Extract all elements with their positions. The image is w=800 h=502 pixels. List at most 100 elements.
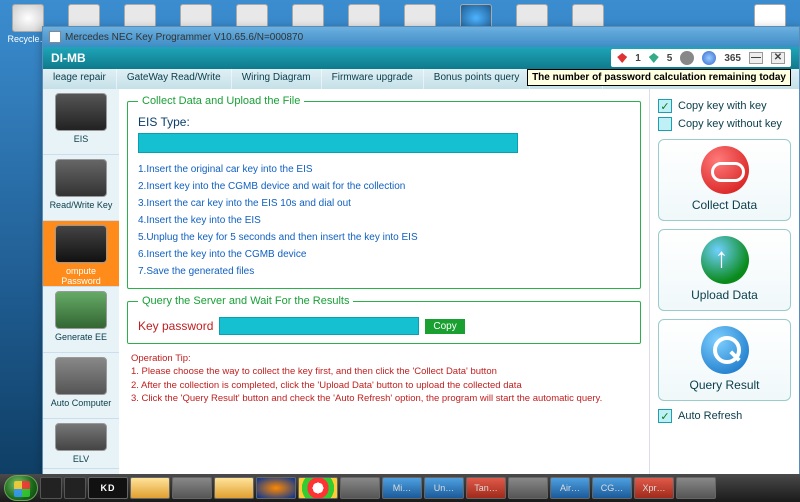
key-icon bbox=[55, 159, 107, 197]
elv-icon bbox=[55, 423, 107, 451]
close-button[interactable]: ✕ bbox=[771, 52, 785, 64]
minimize-button[interactable]: — bbox=[749, 52, 763, 64]
upload-data-button[interactable]: Upload Data bbox=[658, 229, 791, 311]
step-line: 3.Insert the car key into the EIS 10s an… bbox=[138, 195, 630, 212]
menu-bonus-points[interactable]: Bonus points query bbox=[424, 69, 531, 89]
checkbox-icon bbox=[658, 99, 672, 113]
taskbar: KD Mi… Un… Tan… Air… CG… Xpr… bbox=[0, 474, 800, 502]
btn-label: Upload Data bbox=[691, 288, 758, 302]
sidebar: EIS Read/Write Key ompute Password Gener… bbox=[43, 89, 119, 475]
center-panel: Collect Data and Upload the File EIS Typ… bbox=[119, 89, 649, 475]
right-panel: Copy key with key Copy key without key C… bbox=[649, 89, 799, 475]
taskbar-item[interactable]: Xpr… bbox=[634, 477, 674, 499]
step-line: 2.Insert key into the CGMB device and wa… bbox=[138, 178, 630, 195]
tooltip: The number of password calculation remai… bbox=[527, 69, 791, 86]
quicklaunch-icon[interactable] bbox=[64, 477, 86, 499]
start-button[interactable] bbox=[4, 475, 38, 501]
check-label: Auto Refresh bbox=[678, 410, 742, 422]
gem-red-count: 1 bbox=[635, 53, 641, 64]
check-copy-without-key[interactable]: Copy key without key bbox=[658, 117, 791, 131]
copy-button[interactable]: Copy bbox=[425, 319, 464, 334]
recycle-icon bbox=[12, 4, 44, 32]
search-icon bbox=[701, 326, 749, 374]
sidebar-label: EIS bbox=[74, 134, 89, 144]
query-result-button[interactable]: Query Result bbox=[658, 319, 791, 401]
sidebar-item-rw-key[interactable]: Read/Write Key bbox=[43, 155, 119, 221]
sidebar-item-eis[interactable]: EIS bbox=[43, 89, 119, 155]
menu-mileage-repair[interactable]: leage repair bbox=[43, 69, 117, 89]
brand-label: DI-MB bbox=[51, 51, 86, 65]
taskbar-item[interactable] bbox=[172, 477, 212, 499]
tip-header: Operation Tip: bbox=[131, 352, 637, 365]
taskbar-item[interactable] bbox=[256, 477, 296, 499]
tip-line: 3. Click the 'Query Result' button and c… bbox=[131, 392, 637, 405]
pcb-icon bbox=[55, 291, 107, 329]
step-line: 7.Save the generated files bbox=[138, 263, 630, 280]
eis-icon bbox=[55, 93, 107, 131]
btn-label: Collect Data bbox=[692, 198, 757, 212]
tip-line: 1. Please choose the way to collect the … bbox=[131, 365, 637, 378]
taskbar-item[interactable] bbox=[340, 477, 380, 499]
gem-red-icon bbox=[617, 53, 627, 63]
check-copy-with-key[interactable]: Copy key with key bbox=[658, 99, 791, 113]
eis-type-label: EIS Type: bbox=[138, 115, 630, 129]
app-window: Mercedes NEC Key Programmer V10.65.6/N=0… bbox=[42, 26, 800, 476]
collect-data-button[interactable]: Collect Data bbox=[658, 139, 791, 221]
query-legend: Query the Server and Wait For the Result… bbox=[138, 295, 353, 307]
sidebar-label: Read/Write Key bbox=[50, 200, 113, 210]
operation-tip: Operation Tip: 1. Please choose the way … bbox=[127, 350, 641, 407]
menu-firmware-upgrade[interactable]: Firmware upgrade bbox=[322, 69, 424, 89]
globe-icon[interactable] bbox=[702, 51, 716, 65]
key-password-input[interactable] bbox=[219, 317, 419, 335]
taskbar-item[interactable]: Air… bbox=[550, 477, 590, 499]
taskbar-item[interactable]: Tan… bbox=[466, 477, 506, 499]
query-fieldset: Query the Server and Wait For the Result… bbox=[127, 295, 641, 344]
upload-icon bbox=[701, 236, 749, 284]
steps-list: 1.Insert the original car key into the E… bbox=[138, 161, 630, 280]
check-auto-refresh[interactable]: Auto Refresh bbox=[658, 409, 791, 423]
sidebar-label: Generate EE bbox=[55, 332, 107, 342]
checkbox-icon bbox=[658, 117, 672, 131]
sidebar-item-elv[interactable]: ELV bbox=[43, 419, 119, 469]
checkbox-icon bbox=[658, 409, 672, 423]
taskbar-item[interactable]: Mi… bbox=[382, 477, 422, 499]
btn-label: Query Result bbox=[689, 378, 759, 392]
menu-wiring-diagram[interactable]: Wiring Diagram bbox=[232, 69, 322, 89]
taskbar-item[interactable] bbox=[130, 477, 170, 499]
sidebar-item-auto-computer[interactable]: Auto Computer bbox=[43, 353, 119, 419]
step-line: 4.Insert the key into the EIS bbox=[138, 212, 630, 229]
taskbar-item[interactable] bbox=[298, 477, 338, 499]
collect-fieldset: Collect Data and Upload the File EIS Typ… bbox=[127, 95, 641, 289]
key-password-label: Key password bbox=[138, 319, 213, 333]
taskbar-item[interactable] bbox=[676, 477, 716, 499]
window-title: Mercedes NEC Key Programmer V10.65.6/N=0… bbox=[65, 32, 303, 43]
gem-green-icon bbox=[649, 53, 659, 63]
sidebar-item-generate-ee[interactable]: Generate EE bbox=[43, 287, 119, 353]
header-right-cluster: 1 5 365 — ✕ The number of password calcu… bbox=[611, 49, 791, 67]
taskbar-item[interactable]: CG… bbox=[592, 477, 632, 499]
sidebar-label: ompute Password bbox=[61, 266, 101, 286]
status-icon[interactable] bbox=[680, 51, 694, 65]
count-365: 365 bbox=[724, 53, 741, 64]
app-header: DI-MB 1 5 365 — ✕ The number of password… bbox=[43, 47, 799, 69]
taskbar-item[interactable]: KD bbox=[88, 477, 128, 499]
taskbar-item[interactable] bbox=[508, 477, 548, 499]
title-bar[interactable]: Mercedes NEC Key Programmer V10.65.6/N=0… bbox=[43, 27, 799, 47]
sidebar-label: Auto Computer bbox=[51, 398, 112, 408]
quicklaunch-icon[interactable] bbox=[40, 477, 62, 499]
step-line: 5.Unplug the key for 5 seconds and then … bbox=[138, 229, 630, 246]
step-line: 6.Insert the key into the CGMB device bbox=[138, 246, 630, 263]
check-label: Copy key with key bbox=[678, 100, 767, 112]
tip-line: 2. After the collection is completed, cl… bbox=[131, 379, 637, 392]
usb-icon bbox=[701, 146, 749, 194]
gem-green-count: 5 bbox=[667, 53, 673, 64]
eis-type-input[interactable] bbox=[138, 133, 518, 153]
app-body: EIS Read/Write Key ompute Password Gener… bbox=[43, 89, 799, 475]
menu-gateway-rw[interactable]: GateWay Read/Write bbox=[117, 69, 232, 89]
collect-legend: Collect Data and Upload the File bbox=[138, 95, 304, 107]
taskbar-item[interactable] bbox=[214, 477, 254, 499]
sidebar-label: ELV bbox=[73, 454, 89, 464]
taskbar-item[interactable]: Un… bbox=[424, 477, 464, 499]
step-line: 1.Insert the original car key into the E… bbox=[138, 161, 630, 178]
sidebar-item-compute-password[interactable]: ompute Password bbox=[43, 221, 119, 287]
